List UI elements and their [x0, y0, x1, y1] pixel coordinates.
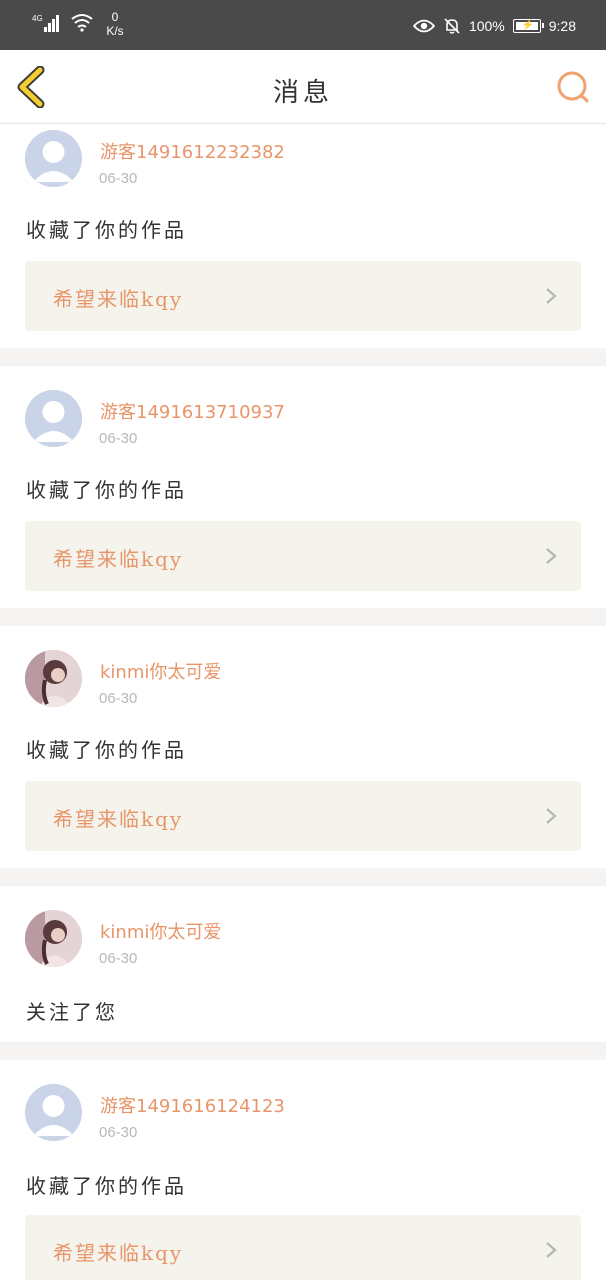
chevron-right-icon	[546, 288, 557, 304]
work-title: 希望来临kqy	[53, 807, 184, 831]
bell-off-icon	[444, 18, 460, 34]
status-right: 100% ⚡ 9:28	[412, 13, 576, 39]
message-card: 游客1491616124123 06-30 收藏了你的作品 希望来临kqy	[0, 1060, 606, 1280]
chevron-right-icon	[546, 808, 557, 824]
status-bar: 4G 0 K/s 100% ⚡ 9:28	[0, 0, 606, 50]
username[interactable]: kinmi你太可爱	[100, 658, 221, 684]
speed-unit: K/s	[106, 24, 124, 38]
message-card: kinmi你太可爱 06-30 关注了您	[0, 886, 606, 1042]
top-nav-bar: 消息	[0, 50, 606, 124]
network-type: 4G	[32, 14, 43, 23]
message-action: 收藏了你的作品	[26, 1174, 187, 1198]
user-avatar[interactable]	[25, 1084, 82, 1141]
user-avatar[interactable]	[25, 650, 82, 707]
message-card: 游客1491612232382 06-30 收藏了你的作品 希望来临kqy	[0, 124, 606, 348]
work-title: 希望来临kqy	[53, 287, 184, 311]
page-title: 消息	[272, 78, 333, 108]
username[interactable]: kinmi你太可爱	[100, 918, 221, 944]
chevron-right-icon	[546, 1242, 557, 1258]
battery-charging-icon: ⚡	[512, 19, 544, 33]
username[interactable]: 游客1491613710937	[100, 398, 285, 424]
username[interactable]: 游客1491616124123	[100, 1092, 285, 1118]
clock: 9:28	[548, 18, 576, 34]
signal-icon	[44, 14, 64, 32]
message-card: 游客1491613710937 06-30 收藏了你的作品 希望来临kqy	[0, 366, 606, 608]
work-link[interactable]: 希望来临kqy	[25, 1215, 581, 1280]
chevron-right-icon	[546, 548, 557, 564]
search-button[interactable]	[554, 68, 592, 106]
message-date: 06-30	[99, 1124, 138, 1141]
message-list[interactable]: 游客1491612232382 06-30 收藏了你的作品 希望来临kqy 游客…	[0, 124, 606, 1280]
user-avatar[interactable]	[25, 910, 82, 967]
battery-percent: 100%	[468, 18, 505, 34]
wifi-icon	[71, 14, 93, 32]
message-date: 06-30	[99, 690, 138, 707]
work-link[interactable]: 希望来临kqy	[25, 261, 581, 331]
speed-value: 0	[111, 10, 119, 24]
user-avatar[interactable]	[25, 390, 82, 447]
eye-icon	[412, 19, 435, 33]
user-avatar[interactable]	[25, 130, 82, 187]
message-card: kinmi你太可爱 06-30 收藏了你的作品 希望来临kqy	[0, 626, 606, 868]
message-action: 收藏了你的作品	[26, 218, 187, 242]
message-action: 收藏了你的作品	[26, 478, 187, 502]
message-action: 关注了您	[26, 1000, 118, 1024]
message-date: 06-30	[99, 950, 138, 967]
message-date: 06-30	[99, 430, 138, 447]
message-date: 06-30	[99, 170, 138, 187]
work-title: 希望来临kqy	[53, 547, 184, 571]
message-action: 收藏了你的作品	[26, 738, 187, 762]
network-speed: 0 K/s	[100, 10, 130, 38]
work-title: 希望来临kqy	[53, 1241, 184, 1265]
username[interactable]: 游客1491612232382	[100, 138, 285, 164]
work-link[interactable]: 希望来临kqy	[25, 781, 581, 851]
search-icon	[557, 71, 589, 103]
work-link[interactable]: 希望来临kqy	[25, 521, 581, 591]
